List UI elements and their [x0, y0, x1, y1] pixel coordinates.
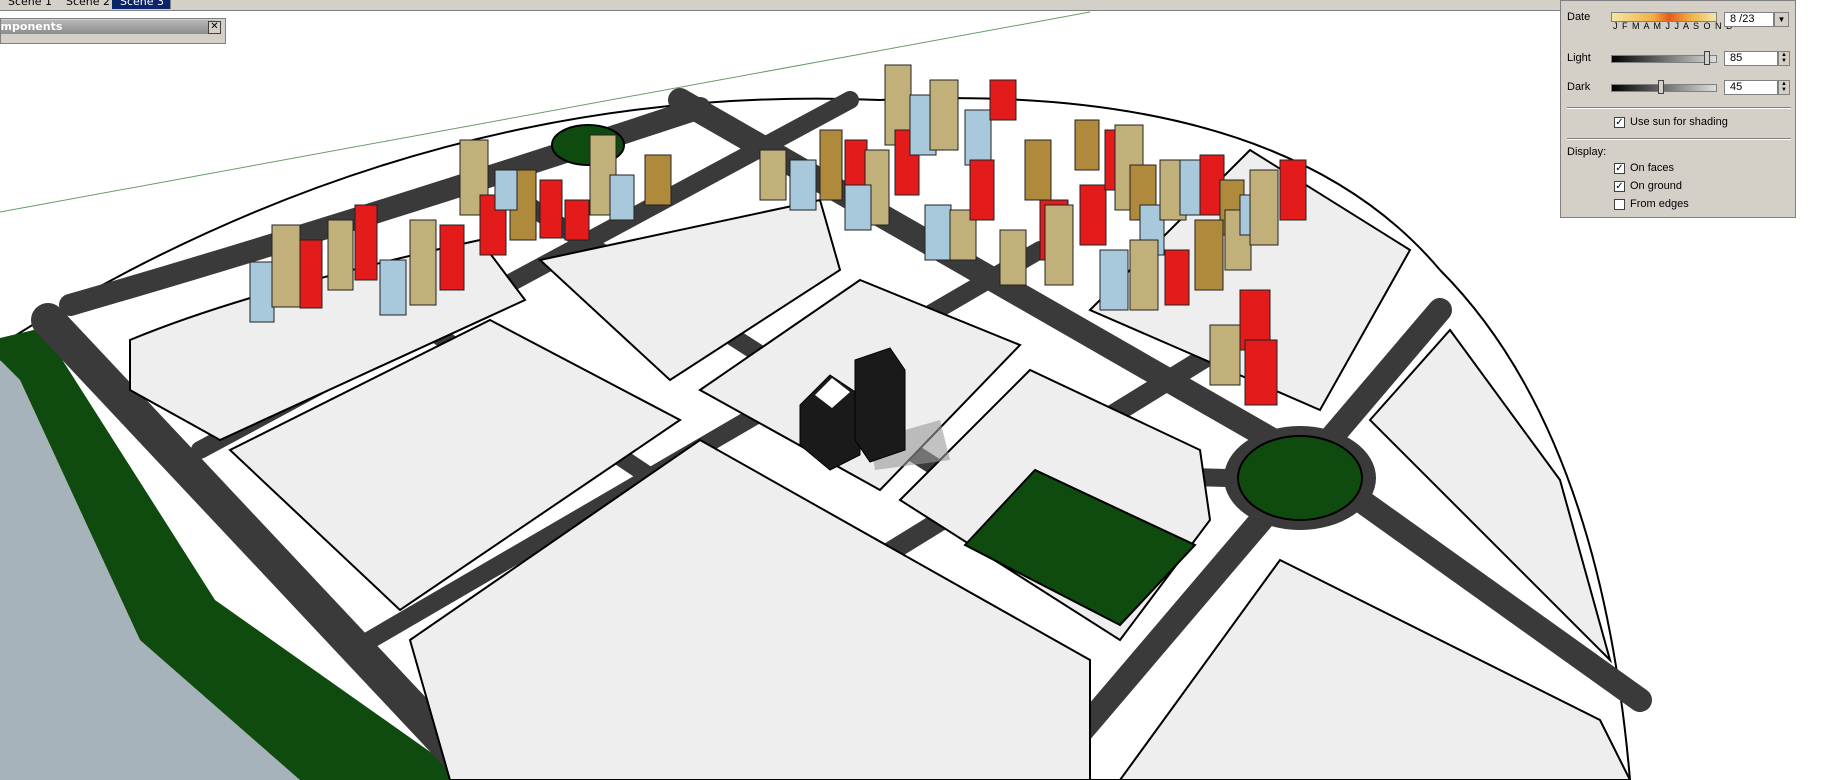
shadow-settings-panel: Date J F M A M J J A S O N D 8 /23 ▼ Lig… — [1560, 0, 1796, 218]
dark-slider[interactable] — [1611, 84, 1717, 92]
tab-scene-1[interactable]: Scene 1 — [0, 0, 59, 9]
from-edges-checkbox[interactable] — [1614, 199, 1625, 210]
on-ground-checkbox[interactable]: ✓ — [1614, 181, 1625, 192]
light-field[interactable]: 85 — [1724, 51, 1778, 66]
date-label: Date — [1567, 11, 1591, 23]
month-labels: J F M A M J J A S O N D — [1613, 21, 1734, 31]
date-field[interactable]: 8 /23 — [1724, 12, 1774, 27]
light-spinner[interactable]: ▲ ▼ — [1778, 51, 1790, 66]
light-slider-thumb[interactable] — [1704, 51, 1710, 65]
dark-field[interactable]: 45 — [1724, 80, 1778, 95]
components-title: omponents — [0, 20, 63, 33]
roundabout-center — [1237, 435, 1363, 521]
display-label: Display: — [1567, 146, 1607, 158]
divider — [1567, 138, 1791, 140]
dark-slider-thumb[interactable] — [1658, 80, 1664, 94]
chevron-down-icon[interactable]: ▼ — [1774, 12, 1789, 27]
from-edges-label: From edges — [1630, 198, 1689, 210]
dark-spinner[interactable]: ▲ ▼ — [1778, 80, 1790, 95]
on-faces-label: On faces — [1630, 162, 1675, 174]
scene-tabs: Scene 1 Scene 2 Scene 3 — [0, 0, 1570, 11]
use-sun-label: Use sun for shading — [1630, 116, 1728, 128]
close-icon[interactable]: ✕ — [208, 21, 221, 34]
light-label: Light — [1567, 52, 1591, 64]
3d-viewport[interactable] — [0, 0, 1824, 780]
use-sun-checkbox[interactable]: ✓ — [1614, 117, 1625, 128]
on-ground-label: On ground — [1630, 180, 1682, 192]
tab-scene-3[interactable]: Scene 3 — [112, 0, 171, 9]
on-faces-checkbox[interactable]: ✓ — [1614, 163, 1625, 174]
tab-scene-2[interactable]: Scene 2 — [58, 0, 117, 9]
light-slider[interactable] — [1611, 55, 1717, 63]
divider — [1567, 107, 1791, 109]
components-window[interactable]: omponents ✕ — [0, 18, 226, 44]
dark-label: Dark — [1567, 81, 1591, 93]
